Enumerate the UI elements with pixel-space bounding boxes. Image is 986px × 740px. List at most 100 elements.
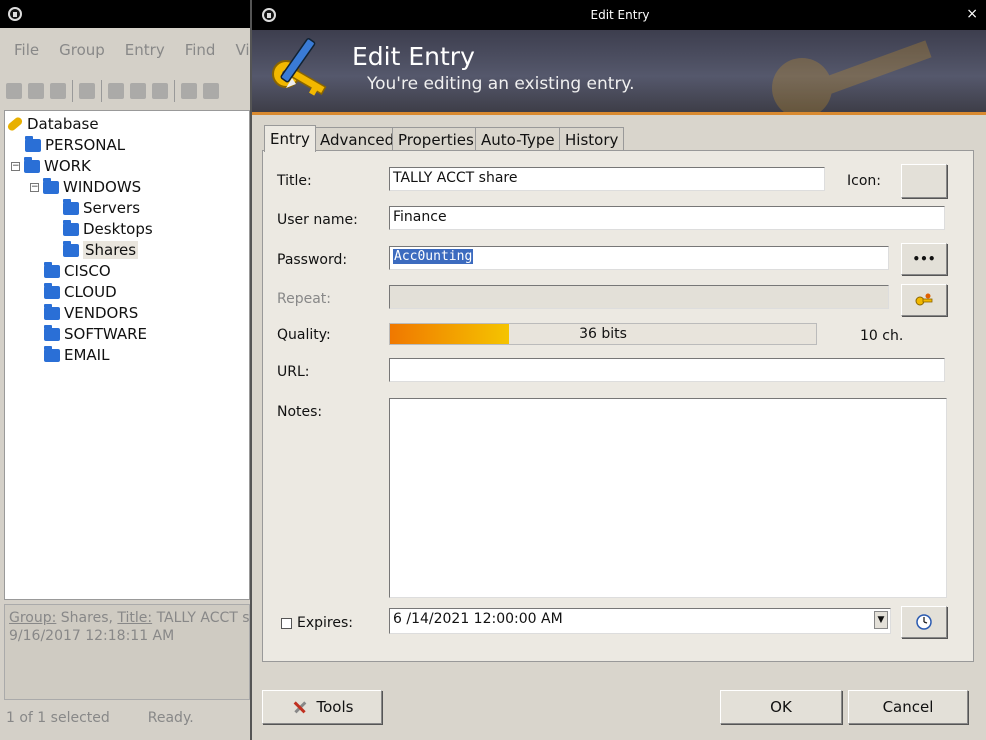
icon-label: Icon:: [847, 173, 881, 189]
tab-advanced[interactable]: Advanced: [314, 127, 401, 151]
ok-button[interactable]: OK: [720, 690, 842, 724]
new-database-icon[interactable]: [6, 83, 22, 99]
dialog-titlebar: Edit Entry ×: [252, 0, 986, 30]
folder-icon: [44, 282, 60, 299]
main-toolbar: [6, 76, 250, 106]
reveal-password-button[interactable]: •••: [901, 243, 947, 275]
menu-entry[interactable]: Entry: [115, 41, 175, 59]
main-window: File Group Entry Find Vi Database PERSON…: [0, 0, 250, 740]
repeat-field[interactable]: [389, 285, 889, 309]
dots-icon: •••: [912, 252, 936, 266]
tree-item-label: Servers: [83, 199, 141, 217]
tree-item-label: SOFTWARE: [64, 325, 148, 343]
username-field[interactable]: Finance: [389, 206, 945, 230]
menu-group[interactable]: Group: [49, 41, 115, 59]
open-database-icon[interactable]: [28, 83, 44, 99]
folder-icon: [63, 219, 79, 236]
expiry-presets-button[interactable]: [901, 606, 947, 638]
tree-item-label: VENDORS: [64, 304, 139, 322]
tree-item-label: CLOUD: [64, 283, 117, 301]
tree-item-label: Desktops: [83, 220, 153, 238]
tree-item-servers[interactable]: Servers: [63, 198, 140, 218]
group-tree: Database PERSONAL − WORK − WINDOWS Serve…: [4, 110, 250, 600]
tree-item-label: CISCO: [64, 262, 111, 280]
tree-item-label: PERSONAL: [45, 136, 126, 154]
detail-group-value: Shares,: [60, 610, 113, 626]
tree-item-label: WORK: [44, 157, 91, 175]
database-key-icon: [6, 115, 24, 133]
dialog-window-title: Edit Entry: [590, 8, 650, 22]
detail-group-label[interactable]: Group:: [9, 610, 56, 626]
detail-title-value: TALLY ACCT sh: [156, 610, 250, 626]
banner-subtitle: You're editing an existing entry.: [367, 74, 635, 94]
menu-bar: File Group Entry Find Vi: [4, 32, 250, 68]
title-field[interactable]: TALLY ACCT share: [389, 167, 825, 191]
password-label: Password:: [277, 252, 348, 268]
tree-item-software[interactable]: SOFTWARE: [44, 324, 147, 344]
tree-item-cisco[interactable]: CISCO: [44, 261, 111, 281]
detail-title-label[interactable]: Title:: [117, 610, 152, 626]
copy-entry-icon[interactable]: [181, 83, 197, 99]
key-pen-icon: [272, 38, 327, 96]
key-generator-icon: [915, 293, 933, 306]
tree-item-work[interactable]: − WORK: [11, 156, 91, 176]
tree-root-label: Database: [27, 115, 99, 133]
menu-file[interactable]: File: [4, 41, 49, 59]
quality-label: Quality:: [277, 327, 331, 343]
folder-icon: [63, 198, 79, 215]
url-field[interactable]: [389, 358, 945, 382]
expires-value: 6 /14/2021 12:00:00 AM: [393, 611, 563, 627]
add-entry-icon[interactable]: [79, 83, 95, 99]
open-url-icon[interactable]: [152, 83, 168, 99]
expires-datetime-field[interactable]: 6 /14/2021 12:00:00 AM ▼: [389, 608, 891, 634]
quality-progress-bar: 36 bits: [389, 323, 817, 345]
menu-find[interactable]: Find: [175, 41, 226, 59]
close-icon[interactable]: ×: [966, 6, 978, 22]
password-field[interactable]: Acc0unting: [389, 246, 889, 270]
tree-item-desktops[interactable]: Desktops: [63, 219, 153, 239]
tree-item-shares[interactable]: Shares: [63, 240, 139, 260]
quality-char-count: 10 ch.: [860, 328, 904, 344]
banner-watermark-icon: [772, 40, 932, 114]
tree-item-email[interactable]: EMAIL: [44, 345, 109, 365]
collapse-icon[interactable]: −: [30, 182, 39, 192]
dropdown-arrow-icon[interactable]: ▼: [874, 611, 888, 629]
tools-button[interactable]: Tools: [262, 690, 382, 724]
status-selected: 1 of 1 selected: [6, 710, 110, 726]
detail-timestamp: 9/16/2017 12:18:11 AM: [9, 628, 175, 644]
folder-icon: [44, 303, 60, 320]
icon-picker-button[interactable]: [901, 164, 947, 198]
folder-icon: [44, 261, 60, 278]
folder-icon: [25, 135, 41, 152]
toolbar-separator: [174, 80, 175, 102]
expires-label[interactable]: Expires:: [297, 615, 353, 631]
tree-root[interactable]: Database: [6, 114, 99, 134]
cancel-button[interactable]: Cancel: [848, 690, 968, 724]
tab-history[interactable]: History: [559, 127, 625, 151]
tree-item-vendors[interactable]: VENDORS: [44, 303, 138, 323]
folder-icon: [24, 156, 40, 173]
lock-workspace-icon[interactable]: [203, 83, 219, 99]
tab-entry[interactable]: Entry: [264, 125, 316, 152]
tools-icon: [293, 701, 306, 714]
username-label: User name:: [277, 212, 358, 228]
copy-password-icon[interactable]: [130, 83, 146, 99]
expires-checkbox[interactable]: [281, 618, 292, 629]
notes-textarea[interactable]: [389, 398, 947, 598]
tree-item-personal[interactable]: PERSONAL: [25, 135, 125, 155]
tree-item-cloud[interactable]: CLOUD: [44, 282, 117, 302]
tree-item-label: Shares: [83, 241, 139, 259]
tree-item-windows[interactable]: − WINDOWS: [30, 177, 141, 197]
collapse-icon[interactable]: −: [11, 161, 20, 171]
generate-password-button[interactable]: [901, 284, 947, 316]
tab-auto-type[interactable]: Auto-Type: [475, 127, 561, 151]
tree-item-label: EMAIL: [64, 346, 110, 364]
repeat-label: Repeat:: [277, 291, 331, 307]
entry-detail-pane: Group: Shares, Title: TALLY ACCT sh 9/16…: [4, 604, 250, 700]
copy-username-icon[interactable]: [108, 83, 124, 99]
app-lock-icon: [262, 8, 276, 22]
toolbar-separator: [72, 80, 73, 102]
save-database-icon[interactable]: [50, 83, 66, 99]
title-label: Title:: [277, 173, 312, 189]
tab-properties[interactable]: Properties: [392, 127, 480, 151]
